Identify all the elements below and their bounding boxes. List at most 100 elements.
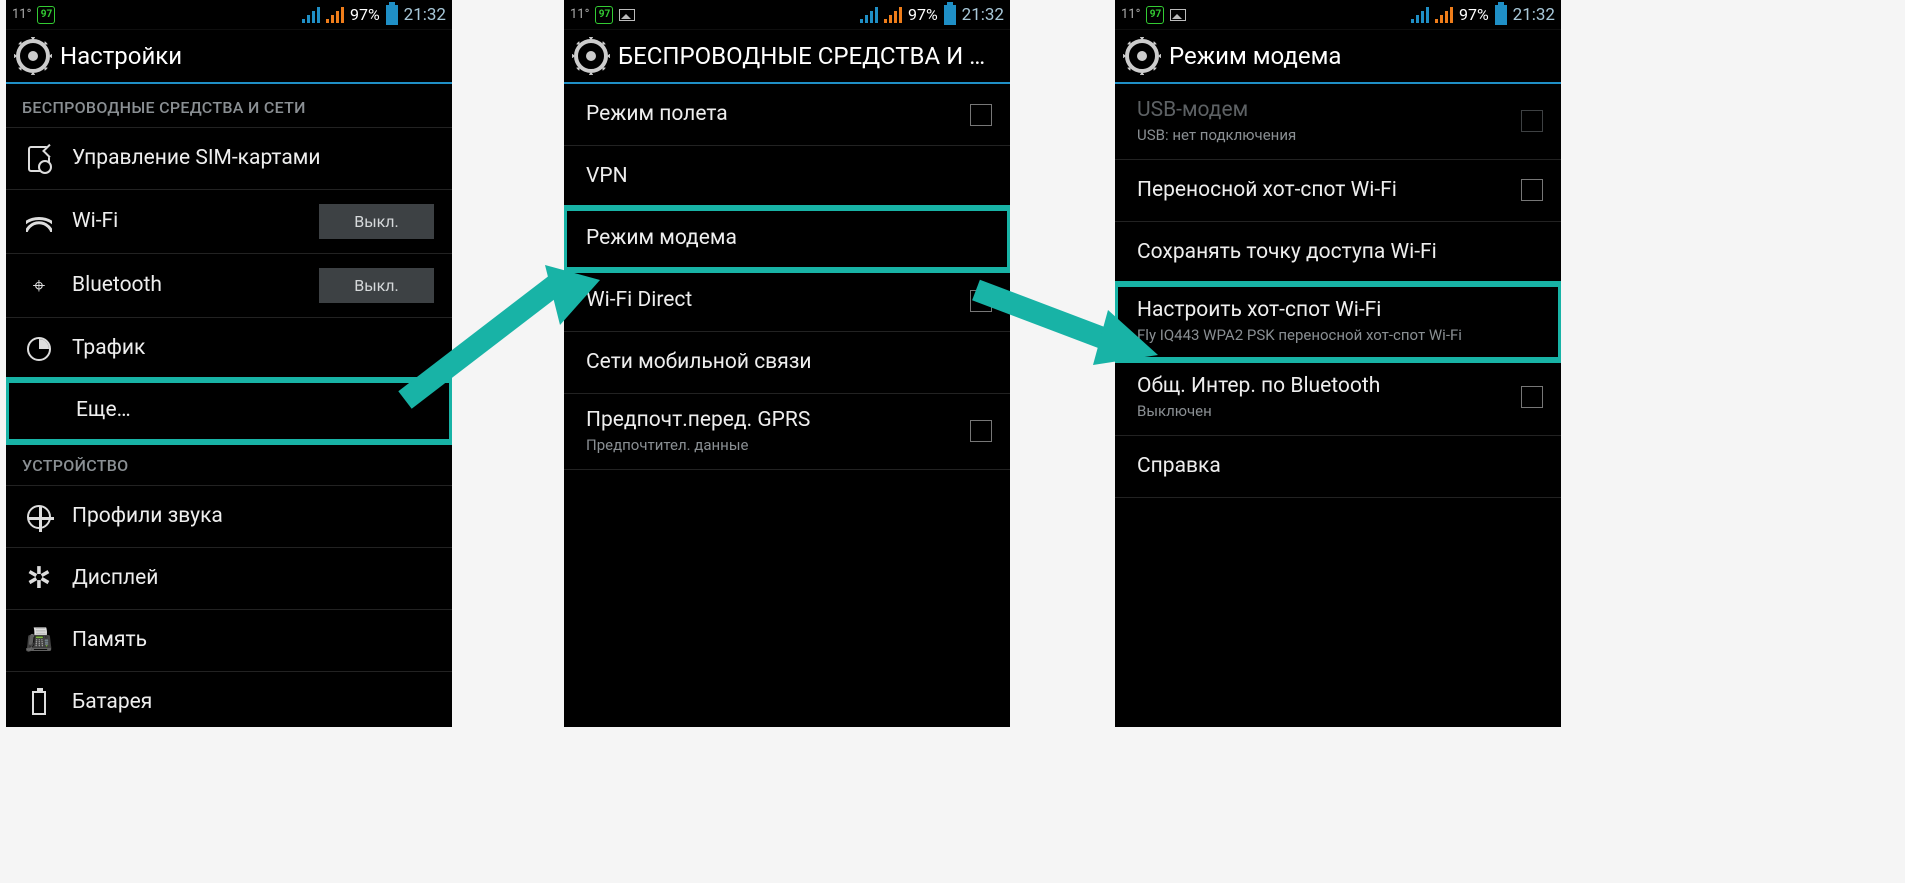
screen-header: Режим модема	[1115, 30, 1561, 84]
settings-item-portable-hotspot[interactable]: Переносной хот-спот Wi-Fi	[1115, 160, 1561, 222]
settings-item-label: Настроить хот-спот Wi-Fi	[1137, 298, 1543, 323]
settings-item-sim[interactable]: Управление SIM-картами	[6, 128, 452, 190]
display-icon	[24, 564, 54, 594]
settings-item-label: Батарея	[72, 690, 152, 715]
airplane-mode-checkbox[interactable]	[970, 104, 992, 126]
wifi-toggle[interactable]: Выкл.	[319, 204, 434, 239]
wifi-icon	[24, 207, 54, 237]
page-title: Настройки	[60, 42, 442, 70]
bluetooth-icon: ⌖	[24, 271, 54, 301]
settings-item-usb-modem: USB-модем USB: нет подключения	[1115, 84, 1561, 160]
gprs-checkbox[interactable]	[970, 420, 992, 442]
signal-1-icon	[860, 7, 880, 23]
phone-screen-1: 11° 97 97% 21:32 Настройки БЕСПРОВОДНЫЕ …	[6, 0, 452, 727]
settings-item-label: VPN	[586, 164, 992, 189]
battery-percent: 97%	[908, 5, 938, 24]
settings-item-label: Wi-Fi	[72, 209, 118, 234]
status-bar: 11° 97 97% 21:32	[1115, 0, 1561, 30]
screenshot-icon	[619, 9, 635, 21]
settings-item-label: Справка	[1137, 454, 1543, 479]
settings-item-subtitle: Выключен	[1137, 402, 1503, 421]
settings-item-gprs-preference[interactable]: Предпочт.перед. GPRS Предпочтител. данны…	[564, 394, 1010, 470]
status-time: 21:32	[962, 5, 1004, 25]
settings-item-airplane-mode[interactable]: Режим полета	[564, 84, 1010, 146]
settings-item-label: Bluetooth	[72, 273, 162, 298]
battery-percent: 97%	[1459, 5, 1489, 24]
status-time: 21:32	[404, 5, 446, 25]
usb-modem-checkbox	[1521, 110, 1543, 132]
category-header: БЕСПРОВОДНЫЕ СРЕДСТВА И СЕТИ	[6, 84, 452, 128]
page-title: Режим модема	[1169, 42, 1551, 70]
settings-item-more[interactable]: Еще…	[6, 380, 452, 442]
settings-item-label: Режим модема	[586, 226, 992, 251]
settings-item-wifi[interactable]: Wi-Fi Выкл.	[6, 190, 452, 254]
status-temperature: 11°	[12, 7, 31, 22]
settings-item-label: Профили звука	[72, 504, 223, 529]
gear-icon	[1125, 39, 1159, 73]
bluetooth-tethering-checkbox[interactable]	[1521, 386, 1543, 408]
page-title: БЕСПРОВОДНЫЕ СРЕДСТВА И СЕ…	[618, 42, 1000, 70]
battery-percent: 97%	[350, 5, 380, 24]
screen-header: Настройки	[6, 30, 452, 84]
battery-settings-icon	[24, 688, 54, 718]
status-badge: 97	[595, 6, 613, 24]
signal-2-icon	[1435, 7, 1455, 23]
screen-header: БЕСПРОВОДНЫЕ СРЕДСТВА И СЕ…	[564, 30, 1010, 84]
status-temperature: 11°	[1121, 7, 1140, 22]
settings-item-label: Сохранять точку доступа Wi-Fi	[1137, 240, 1543, 265]
settings-item-label: Wi-Fi Direct	[586, 288, 952, 313]
gear-icon	[574, 39, 608, 73]
settings-item-bluetooth[interactable]: ⌖ Bluetooth Выкл.	[6, 254, 452, 318]
settings-item-sound-profiles[interactable]: Профили звука	[6, 486, 452, 548]
phone-screen-2: 11° 97 97% 21:32 БЕСПРОВОДНЫЕ СРЕДСТВА И…	[564, 0, 1010, 727]
signal-1-icon	[1411, 7, 1431, 23]
settings-item-mobile-networks[interactable]: Сети мобильной связи	[564, 332, 1010, 394]
status-bar: 11° 97 97% 21:32	[6, 0, 452, 30]
settings-item-subtitle: Fly IQ443 WPA2 PSK переносной хот-спот W…	[1137, 326, 1543, 345]
settings-item-data-usage[interactable]: Трафик	[6, 318, 452, 380]
category-header: УСТРОЙСТВО	[6, 442, 452, 486]
sim-icon	[24, 144, 54, 174]
battery-icon	[944, 5, 956, 25]
settings-item-label: Память	[72, 628, 147, 653]
wifi-direct-checkbox[interactable]	[970, 290, 992, 312]
battery-icon	[386, 5, 398, 25]
settings-item-label: USB-модем	[1137, 98, 1503, 123]
settings-item-label: Управление SIM-картами	[72, 146, 320, 171]
settings-item-label: Еще…	[28, 398, 131, 423]
status-bar: 11° 97 97% 21:32	[564, 0, 1010, 30]
settings-item-display[interactable]: Дисплей	[6, 548, 452, 610]
settings-item-label: Переносной хот-спот Wi-Fi	[1137, 178, 1503, 203]
memory-icon: 📠	[24, 626, 54, 656]
status-badge: 97	[1146, 6, 1164, 24]
settings-item-bluetooth-tethering[interactable]: Общ. Интер. по Bluetooth Выключен	[1115, 360, 1561, 436]
portable-hotspot-checkbox[interactable]	[1521, 179, 1543, 201]
signal-2-icon	[326, 7, 346, 23]
battery-icon	[1495, 5, 1507, 25]
settings-item-label: Режим полета	[586, 102, 952, 127]
signal-2-icon	[884, 7, 904, 23]
settings-item-subtitle: USB: нет подключения	[1137, 126, 1503, 145]
settings-item-label: Трафик	[72, 336, 145, 361]
settings-item-tethering[interactable]: Режим модема	[564, 208, 1010, 270]
audio-icon	[24, 502, 54, 532]
settings-item-battery[interactable]: Батарея	[6, 672, 452, 727]
settings-item-vpn[interactable]: VPN	[564, 146, 1010, 208]
status-time: 21:32	[1513, 5, 1555, 25]
settings-item-configure-hotspot[interactable]: Настроить хот-спот Wi-Fi Fly IQ443 WPA2 …	[1115, 284, 1561, 360]
settings-item-keep-hotspot[interactable]: Сохранять точку доступа Wi-Fi	[1115, 222, 1561, 284]
settings-item-memory[interactable]: 📠 Память	[6, 610, 452, 672]
settings-item-subtitle: Предпочтител. данные	[586, 436, 952, 455]
bluetooth-toggle[interactable]: Выкл.	[319, 268, 434, 303]
settings-item-help[interactable]: Справка	[1115, 436, 1561, 498]
settings-item-wifi-direct[interactable]: Wi-Fi Direct	[564, 270, 1010, 332]
status-temperature: 11°	[570, 7, 589, 22]
status-badge: 97	[37, 6, 55, 24]
settings-item-label: Дисплей	[72, 566, 158, 591]
signal-1-icon	[302, 7, 322, 23]
gear-icon	[16, 39, 50, 73]
settings-item-label: Предпочт.перед. GPRS	[586, 408, 952, 433]
screenshot-icon	[1170, 9, 1186, 21]
data-usage-icon	[24, 334, 54, 364]
settings-item-label: Общ. Интер. по Bluetooth	[1137, 374, 1503, 399]
